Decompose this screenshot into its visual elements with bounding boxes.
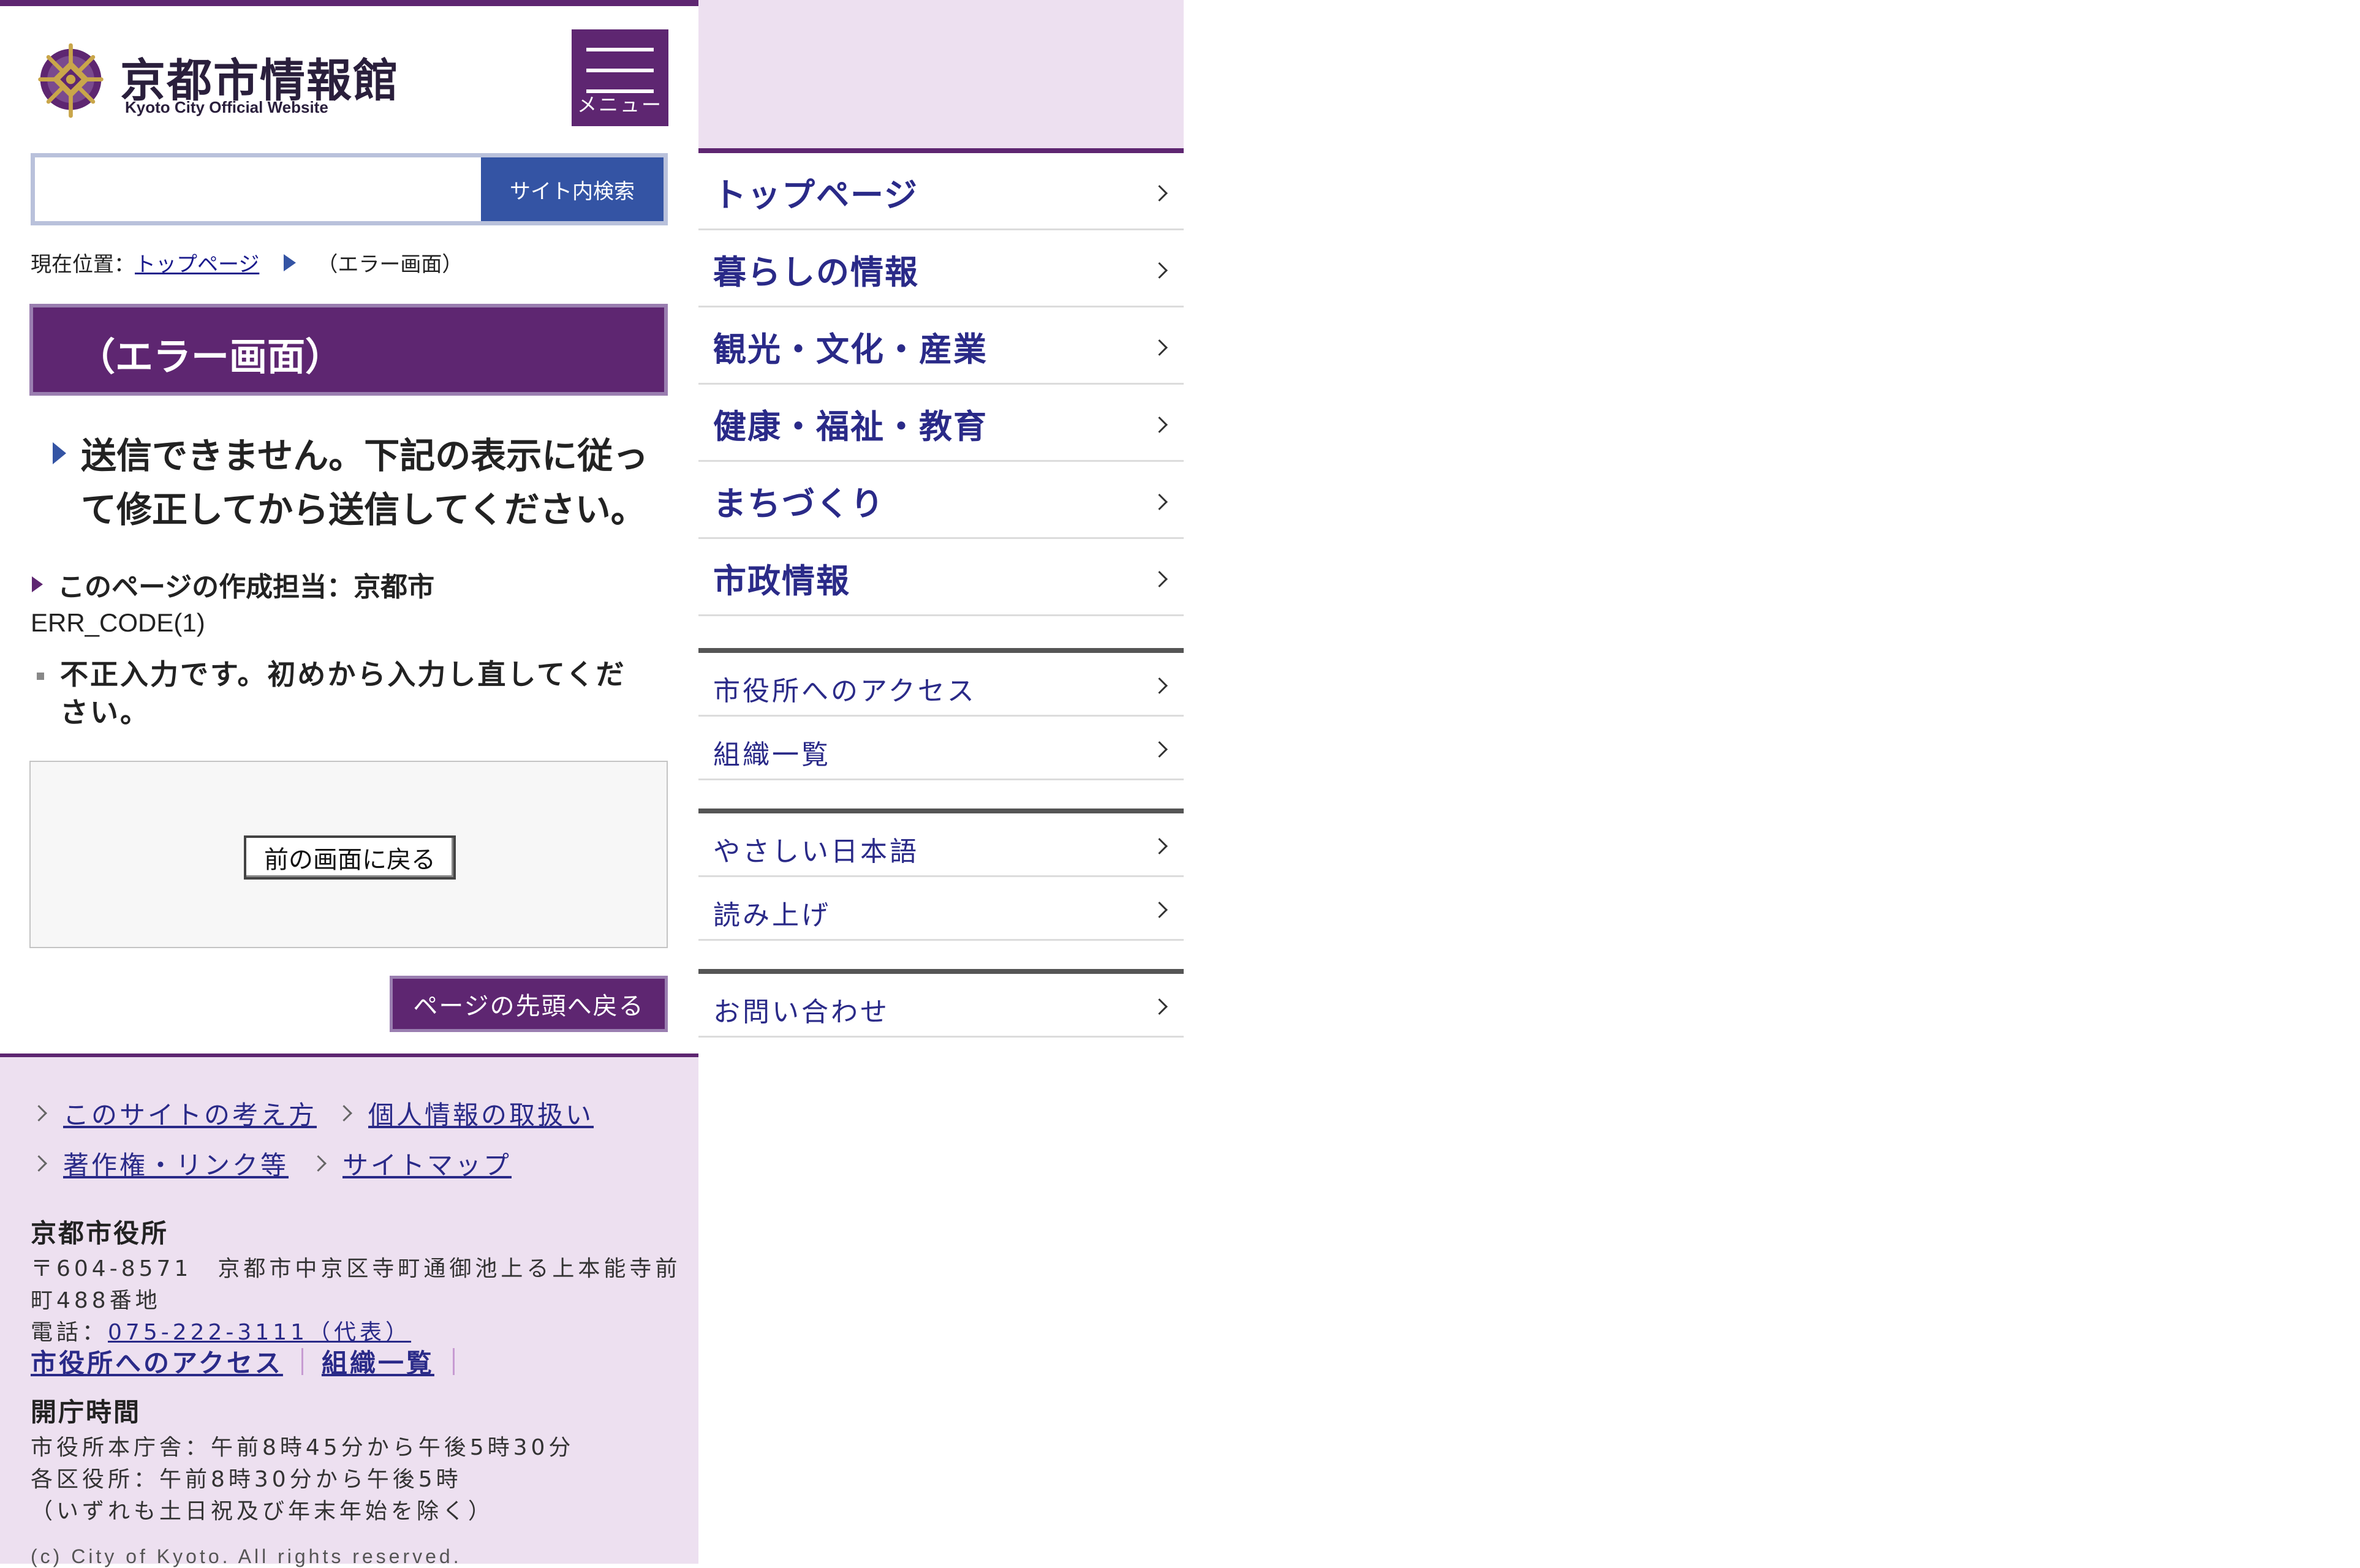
menu-panel: トップページ 暮らしの情報 観光・文化・産業 健康・福祉・教育 まちづくり 市政… [698,0,1184,1047]
search-button[interactable]: サイト内検索 [481,157,664,221]
menu-item-city-planning[interactable]: まちづくり [698,462,1184,539]
menu-item-label: 市政情報 [713,562,850,600]
author-arrow-icon [32,576,43,592]
footer-address-line1: 〒604-8571 京都市中京区寺町通御池上る上本能寺前 [31,1256,681,1281]
footer-hours-line1: 市役所本庁舎：午前8時45分から午後5時30分 [31,1435,575,1460]
site-logo[interactable]: 京都市情報館 Kyoto City Official Website [36,38,403,124]
menu-panel-header [698,0,1184,153]
search-box: サイト内検索 [31,153,668,225]
menu-divider [698,969,1184,974]
menu-item-administration[interactable]: 市政情報 [698,539,1184,616]
author-text: このページの作成担当：京都市 [58,571,435,603]
menu-button-label: メニュー [577,93,663,116]
menu-item-top[interactable]: トップページ [698,153,1184,230]
menu-item-label: トップページ [713,176,918,214]
menu-item-label: 組織一覧 [713,739,831,771]
chevron-right-icon [1151,494,1168,510]
chevron-right-icon [336,1105,352,1121]
footer-link-label: このサイトの考え方 [63,1100,317,1130]
hamburger-bar-icon [586,48,654,51]
menu-button[interactable]: メニュー [572,29,668,126]
menu-item-label: まちづくり [713,484,885,523]
error-code: ERR_CODE(1) [31,608,205,637]
menu-divider [698,648,1184,653]
chevron-right-icon [1151,262,1168,279]
breadcrumb-current: （エラー画面） [317,252,463,277]
chevron-right-icon [1151,902,1168,918]
back-button[interactable]: 前の画面に戻る [244,835,456,880]
menu-item-label: 観光・文化・産業 [713,330,988,369]
search-input[interactable] [35,157,481,221]
menu-item-health[interactable]: 健康・福祉・教育 [698,385,1184,462]
top-accent-stripe [0,0,698,6]
chevron-right-icon [31,1155,47,1172]
footer-access-link[interactable]: 市役所へのアクセス [31,1343,283,1380]
back-button-panel: 前の画面に戻る [29,761,668,948]
error-message-text: 不正入力です。初めから入力し直してください。 [60,658,626,729]
author-line: このページの作成担当：京都市 [32,565,434,604]
menu-item-label: 市役所へのアクセス [713,676,977,707]
footer-office-name: 京都市役所 [31,1218,169,1248]
chevron-right-icon [310,1155,327,1172]
chevron-right-icon [31,1105,47,1121]
page-title-box: （エラー画面） [29,304,668,396]
footer-link-sitemap[interactable]: サイトマップ [310,1145,512,1182]
menu-item-label: 暮らしの情報 [713,253,919,292]
heading-arrow-icon [53,442,66,464]
footer-link-label: 個人情報の取扱い [368,1100,594,1130]
footer-phone-prefix: 電話： [31,1320,108,1345]
menu-item-organization[interactable]: 組織一覧 [698,717,1184,780]
separator [452,1348,455,1375]
footer-hours-title: 開庁時間 [31,1397,142,1427]
chevron-right-icon [1151,998,1168,1015]
chevron-right-icon [1151,741,1168,758]
breadcrumb-home-link[interactable]: トップページ [135,247,259,277]
footer-address-line2: 町488番地 [31,1288,161,1313]
chevron-right-icon [1151,339,1168,356]
menu-item-read-aloud[interactable]: 読み上げ [698,877,1184,941]
chevron-right-icon [1151,417,1168,433]
footer-quick-links: 市役所へのアクセス 組織一覧 [31,1343,473,1380]
footer-link-privacy[interactable]: 個人情報の取扱い [336,1095,594,1132]
copyright: (c) City of Kyoto. All rights reserved. [31,1545,462,1567]
footer-link-label: サイトマップ [342,1150,512,1180]
footer-link-copyright[interactable]: 著作権・リンク等 [31,1145,289,1182]
footer-phone-link[interactable]: 075-222-3111（代表） [108,1320,411,1345]
chevron-right-icon [1151,185,1168,202]
hamburger-bar-icon [586,69,654,72]
breadcrumb: 現在位置： トップページ （エラー画面） [31,247,463,277]
chevron-right-icon [1151,838,1168,854]
menu-item-easy-japanese[interactable]: やさしい日本語 [698,813,1184,877]
footer-hours-line3: （いずれも土日祝及び年末年始を除く） [31,1499,494,1524]
menu-item-label: 健康・福祉・教育 [713,407,988,446]
error-heading: 送信できません。下記の表示に従って修正してから送信してください。 [50,429,657,537]
to-top-button[interactable]: ページの先頭へ戻る [390,976,668,1032]
logo-subtitle: Kyoto City Official Website [125,98,328,116]
menu-item-label: やさしい日本語 [713,836,919,867]
menu-item-label: 読み上げ [713,900,831,931]
breadcrumb-arrow-icon [284,254,297,271]
chevron-right-icon [1151,571,1168,587]
error-heading-text: 送信できません。下記の表示に従って修正してから送信してください。 [81,435,649,530]
chevron-right-icon [1151,677,1168,694]
menu-item-access[interactable]: 市役所へのアクセス [698,653,1184,717]
page-title: （エラー画面） [77,334,344,379]
menu-item-life[interactable]: 暮らしの情報 [698,230,1184,307]
menu-item-label: お問い合わせ [713,997,890,1028]
footer-link-policy[interactable]: このサイトの考え方 [31,1095,317,1132]
footer-link-label: 著作権・リンク等 [63,1150,289,1180]
separator [301,1348,303,1375]
footer-phone-line: 電話：075-222-3111（代表） [31,1314,411,1346]
footer-org-link[interactable]: 組織一覧 [322,1343,434,1380]
kyoto-city-emblem-icon [38,43,104,118]
breadcrumb-prefix: 現在位置： [31,252,135,277]
bullet-square-icon [37,673,44,680]
footer-hours-line2: 各区役所：午前8時30分から午後5時 [31,1467,462,1492]
menu-item-tourism[interactable]: 観光・文化・産業 [698,307,1184,385]
menu-item-contact[interactable]: お問い合わせ [698,974,1184,1038]
menu-divider [698,809,1184,813]
error-message: 不正入力です。初めから入力し直してください。 [37,655,649,731]
blank-area [1184,0,2360,1564]
